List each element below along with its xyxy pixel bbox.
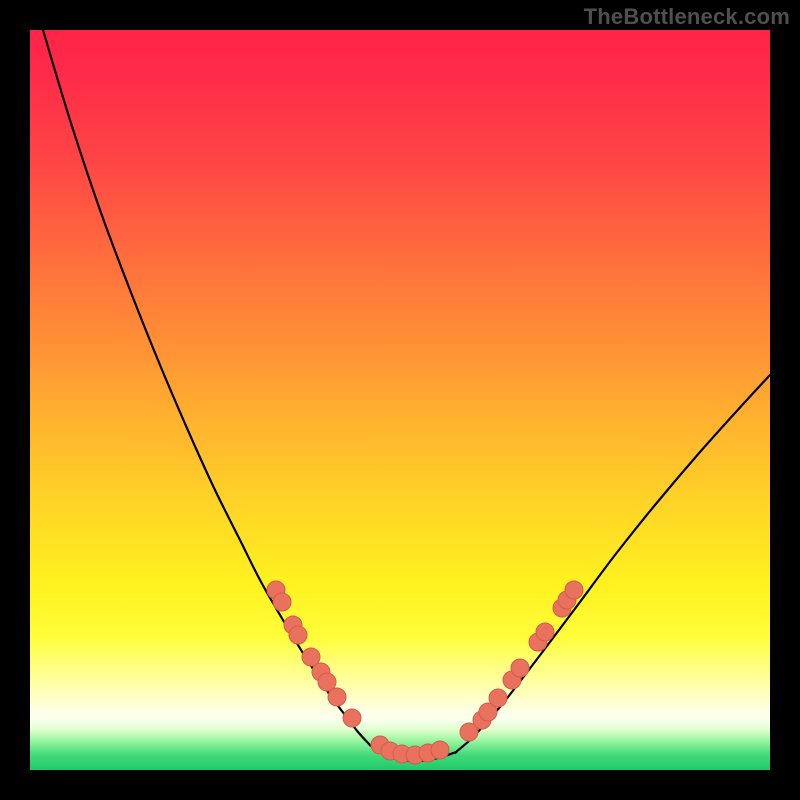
curve-marker bbox=[343, 709, 361, 727]
curve-marker bbox=[536, 623, 554, 641]
curve-markers bbox=[267, 581, 583, 764]
curve-marker bbox=[289, 626, 307, 644]
plot-area bbox=[30, 30, 770, 770]
curve-marker bbox=[328, 688, 346, 706]
chart-stage: TheBottleneck.com bbox=[0, 0, 800, 800]
watermark-text: TheBottleneck.com bbox=[584, 4, 790, 30]
curve-marker bbox=[511, 659, 529, 677]
curve-marker bbox=[431, 741, 449, 759]
curve-marker bbox=[565, 581, 583, 599]
curve-marker bbox=[489, 689, 507, 707]
curve-marker bbox=[273, 593, 291, 611]
bottleneck-curve bbox=[43, 30, 770, 761]
curve-overlay bbox=[30, 30, 770, 770]
